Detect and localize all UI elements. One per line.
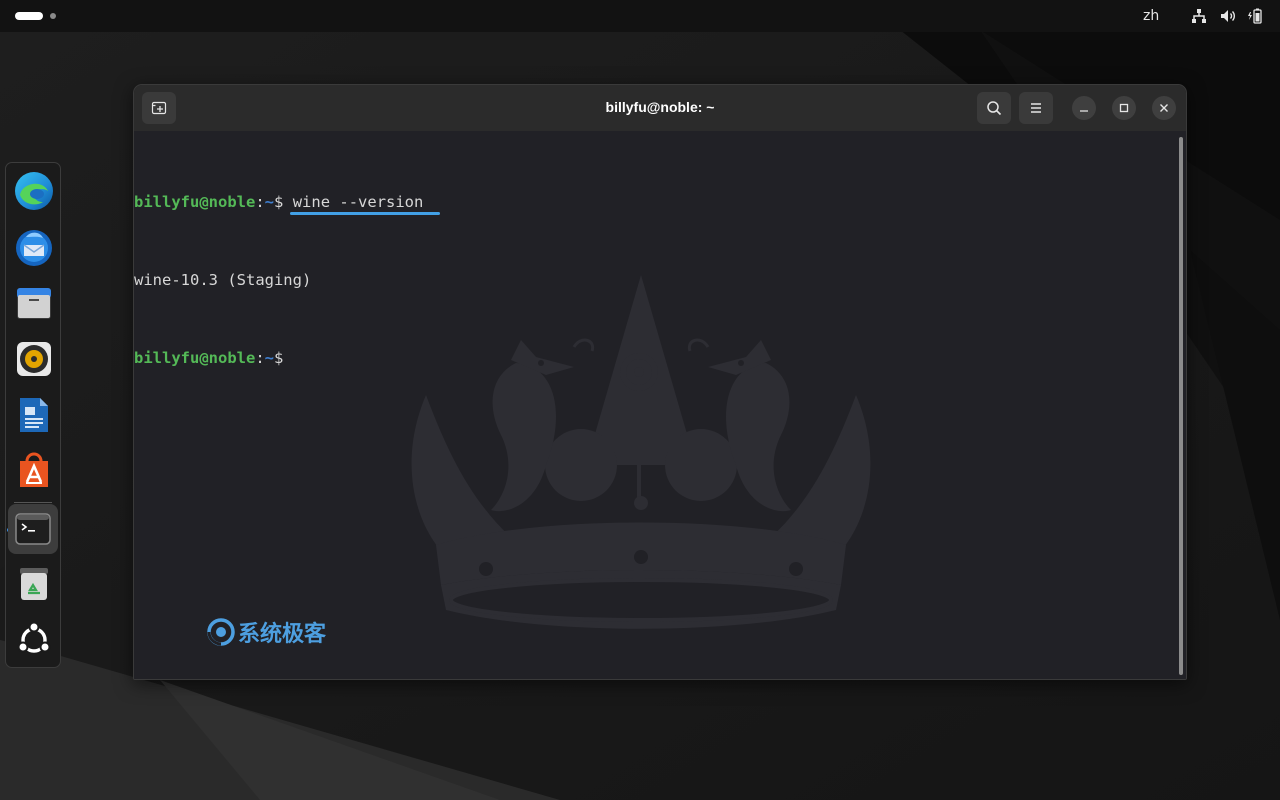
site-watermark: 系统极客 — [206, 617, 326, 647]
watermark-text: 系统极客 — [238, 621, 327, 646]
prompt-colon: : — [255, 349, 265, 367]
terminal-line: billyfu@noble:~$ — [134, 345, 423, 371]
dock-app-rhythmbox[interactable] — [13, 338, 55, 380]
terminal-line: billyfu@noble:~$ wine --version — [134, 189, 440, 215]
command-highlight-underline — [289, 212, 440, 215]
prompt-colon: : — [255, 193, 265, 211]
command-text: wine --version — [292, 193, 424, 211]
window-headerbar[interactable]: billyfu@noble: ~ — [134, 85, 1186, 132]
battery-icon[interactable] — [1247, 8, 1263, 24]
maximize-button[interactable] — [1112, 96, 1136, 120]
dock-app-trash[interactable] — [13, 563, 55, 605]
minimize-button[interactable] — [1072, 96, 1096, 120]
prompt-user: billyfu@noble — [134, 193, 256, 211]
prompt-path: ~ — [264, 349, 275, 367]
ubuntu-apps-icon — [17, 621, 51, 653]
prompt-dollar: $ — [274, 349, 284, 367]
terminal-output: billyfu@noble:~$ wine --version wine-10.… — [134, 137, 440, 423]
writer-icon — [20, 398, 48, 432]
volume-icon[interactable] — [1220, 8, 1236, 24]
search-button[interactable] — [977, 92, 1011, 124]
input-language-indicator[interactable]: zh — [1143, 8, 1159, 24]
crown-background-logo — [411, 275, 871, 629]
rhythmbox-icon — [17, 342, 51, 376]
dock-separator — [14, 502, 52, 503]
thunderbird-icon — [16, 230, 52, 266]
main-menu-button[interactable] — [1019, 92, 1053, 124]
close-icon — [1160, 104, 1168, 112]
maximize-icon — [1119, 103, 1129, 113]
workspace-indicator-dot[interactable] — [50, 13, 56, 19]
files-icon — [17, 288, 51, 319]
dock-app-thunderbird[interactable] — [13, 226, 55, 268]
app-center-icon — [20, 452, 48, 487]
terminal-window[interactable]: billyfu@noble: ~ billyfu@noble:~$ wine -… — [133, 84, 1187, 680]
search-icon — [987, 101, 1002, 116]
dock-app-files[interactable] — [13, 282, 55, 324]
dock-app-writer[interactable] — [13, 394, 55, 436]
dock — [5, 162, 61, 668]
close-button[interactable] — [1152, 96, 1176, 120]
command-text-wrapper: wine --version — [289, 193, 440, 215]
terminal-body[interactable]: billyfu@noble:~$ wine --version wine-10.… — [134, 131, 1186, 679]
terminal-scrollbar[interactable] — [1179, 137, 1183, 675]
dock-app-terminal[interactable] — [8, 504, 58, 554]
top-panel: zh — [0, 0, 1280, 32]
prompt-user: billyfu@noble — [134, 349, 256, 367]
minimize-icon — [1080, 110, 1088, 112]
hamburger-menu-icon — [1031, 103, 1041, 113]
activities-indicator[interactable] — [15, 12, 43, 20]
command-output: wine-10.3 (Staging) — [134, 271, 312, 289]
dock-show-apps[interactable] — [13, 619, 55, 661]
edge-icon — [15, 172, 53, 210]
dock-app-app-center[interactable] — [13, 450, 55, 492]
network-icon[interactable] — [1191, 8, 1207, 24]
watermark-logo-icon — [207, 618, 235, 646]
prompt-path: ~ — [264, 193, 275, 211]
trash-icon — [20, 568, 48, 600]
dock-app-edge[interactable] — [13, 170, 55, 212]
terminal-icon — [15, 513, 51, 545]
prompt-dollar: $ — [274, 193, 284, 211]
terminal-line: wine-10.3 (Staging) — [134, 267, 423, 293]
